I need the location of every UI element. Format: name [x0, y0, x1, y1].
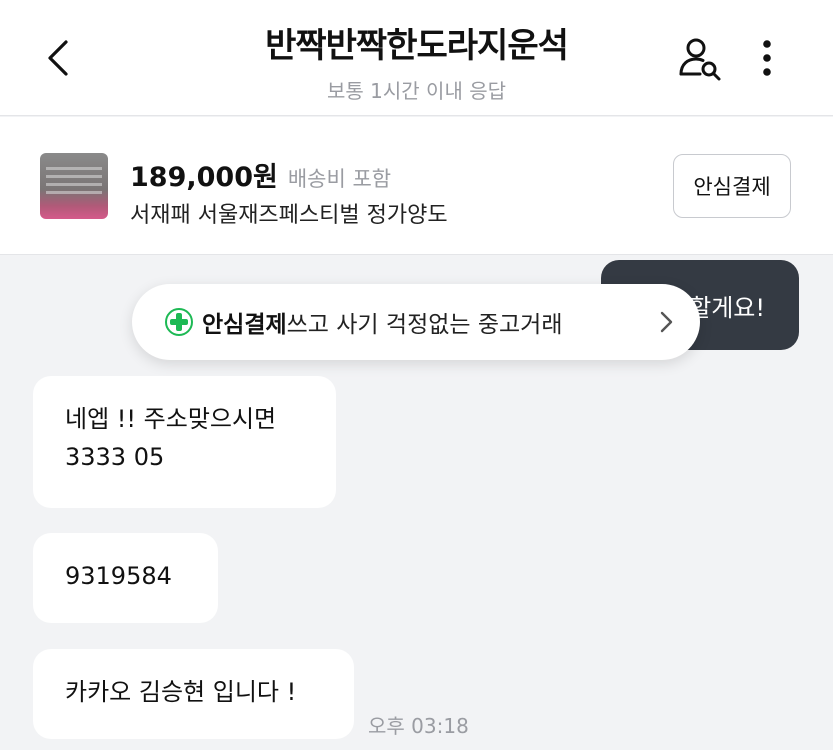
product-bar[interactable]: 189,000원 배송비 포함 서재패 서울재즈페스티벌 정가양도 안심결제: [0, 117, 833, 255]
message-line: 네엡 !! 주소맞으시면: [65, 405, 277, 433]
shipping-info: 배송비 포함: [287, 167, 392, 191]
chevron-right-icon: [660, 311, 673, 333]
incoming-message: 9319584: [33, 533, 218, 623]
banner-bold-text: 안심결제: [202, 312, 287, 338]
chat-header: 반짝반짝한도라지운석 보통 1시간 이내 응답: [0, 0, 833, 116]
incoming-message: 카카오 김승현 입니다 !: [33, 649, 354, 739]
outgoing-message-text: 할게요!: [689, 293, 765, 322]
product-thumbnail[interactable]: [40, 153, 108, 219]
profile-search-button[interactable]: [676, 34, 724, 82]
user-search-icon: [679, 38, 721, 81]
more-button[interactable]: [752, 34, 782, 82]
message-timestamp: 오후 03:18: [368, 714, 469, 738]
message-line: 3333 05: [65, 443, 165, 471]
more-vertical-icon: [763, 40, 771, 76]
safe-pay-cross-icon: [165, 308, 193, 336]
product-name: 서재패 서울재즈페스티벌 정가양도: [130, 203, 448, 228]
safe-pay-button[interactable]: 안심결제: [673, 154, 791, 218]
price-row: 189,000원 배송비 포함: [130, 155, 391, 194]
product-price: 189,000원: [130, 162, 278, 193]
message-line: 9319584: [65, 562, 172, 590]
banner-text: 쓰고 사기 걱정없는 중고거래: [286, 312, 563, 338]
safe-pay-banner[interactable]: 안심결제 쓰고 사기 걱정없는 중고거래: [132, 284, 700, 360]
message-line: 카카오 김승현 입니다 !: [65, 678, 297, 706]
incoming-message: 네엡 !! 주소맞으시면 3333 05: [33, 376, 336, 508]
